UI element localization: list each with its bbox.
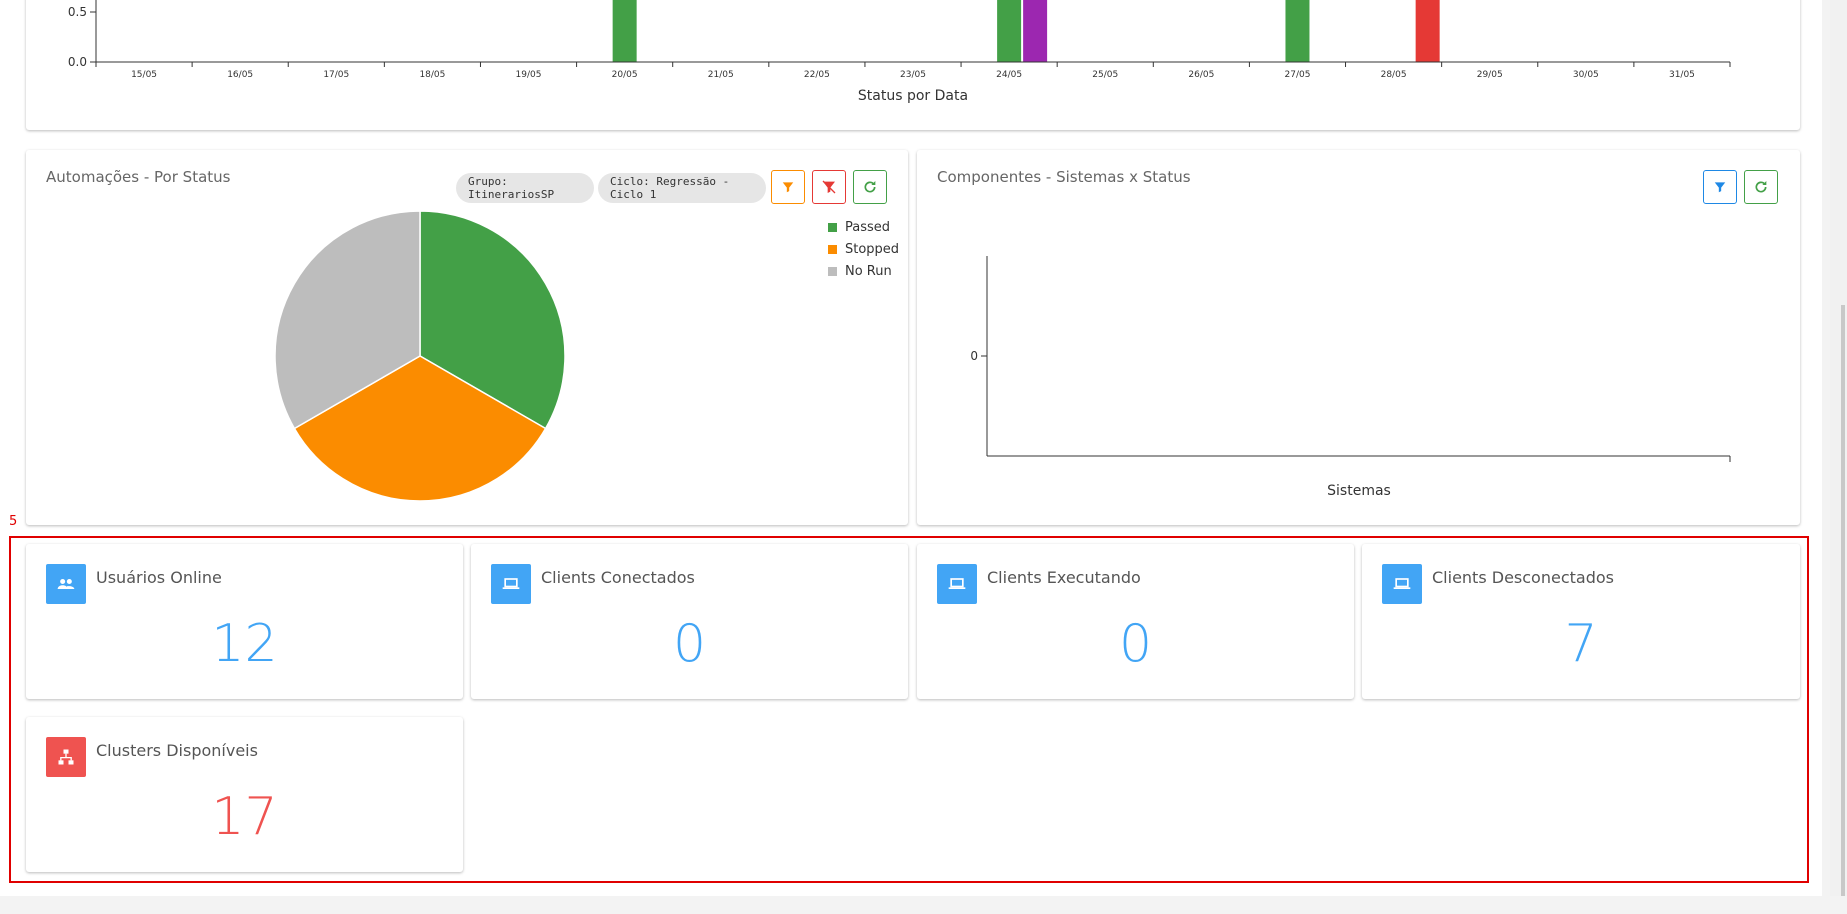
timeline-bar[interactable] (612, 0, 637, 62)
legend-item-no-run: No Run (828, 260, 899, 282)
y-tick-label: 0.5 (68, 5, 87, 19)
x-tick-label: 29/05 (1477, 70, 1503, 80)
x-tick-label: 28/05 (1381, 70, 1407, 80)
legend-item-passed: Passed (828, 216, 899, 238)
x-tick-label: 19/05 (516, 70, 542, 80)
x-tick-label: 17/05 (323, 70, 349, 80)
legend-label: Passed (845, 219, 891, 235)
legend-label: Stopped (845, 241, 900, 257)
timeline-bar[interactable] (1023, 0, 1048, 62)
pie-legend: Passed Stopped No Run (828, 216, 899, 282)
status-pie-chart (274, 210, 566, 502)
highlight-label: 5 (9, 514, 18, 529)
x-tick-label: 31/05 (1669, 70, 1695, 80)
highlight-box (9, 536, 1809, 883)
x-axis-label: Sistemas (1327, 483, 1391, 499)
x-tick-label: 21/05 (708, 70, 734, 80)
y-tick-label: 0 (970, 349, 978, 363)
status-by-date-chart: 0.5 0.0 15/05 16/05 17/05 18/05 19/05 20/05 21… (68, 0, 1731, 104)
y-tick-label: 0.0 (68, 55, 87, 69)
x-tick-label: 23/05 (900, 70, 926, 80)
x-tick-label: 26/05 (1188, 70, 1214, 80)
timeline-bar[interactable] (1285, 0, 1310, 62)
status-by-date-card: 0.5 0.0 15/05 16/05 17/05 18/05 19/05 20/05 21… (26, 0, 1800, 130)
x-tick-label: 15/05 (131, 70, 157, 80)
systems-status-chart: 0 Sistemas (970, 256, 1731, 499)
dashboard-page: 0.5 0.0 15/05 16/05 17/05 18/05 19/05 20/05 21… (0, 0, 1822, 896)
vertical-scrollbar[interactable] (1830, 0, 1847, 896)
legend-label: No Run (845, 263, 892, 279)
legend-item-stopped: Stopped (828, 238, 899, 260)
x-tick-label: 18/05 (419, 70, 445, 80)
automations-by-status-card: Automações - Por Status Grupo: Itinerari… (26, 150, 908, 525)
x-tick-label: 20/05 (612, 70, 638, 80)
x-tick-label: 22/05 (804, 70, 830, 80)
timeline-bar[interactable] (1415, 0, 1440, 62)
x-tick-label: 25/05 (1092, 70, 1118, 80)
timeline-bar[interactable] (997, 0, 1022, 62)
x-tick-label: 27/05 (1285, 70, 1311, 80)
legend-swatch (828, 266, 837, 276)
scrollbar-thumb[interactable] (1841, 305, 1845, 896)
x-tick-label: 24/05 (996, 70, 1022, 80)
legend-swatch (828, 222, 837, 232)
x-tick-label: 30/05 (1573, 70, 1599, 80)
x-tick-label: 16/05 (227, 70, 253, 80)
components-systems-status-card: Componentes - Sistemas x Status 0 Sistem… (917, 150, 1800, 525)
legend-swatch (828, 244, 837, 254)
x-axis-label: Status por Data (858, 88, 968, 104)
